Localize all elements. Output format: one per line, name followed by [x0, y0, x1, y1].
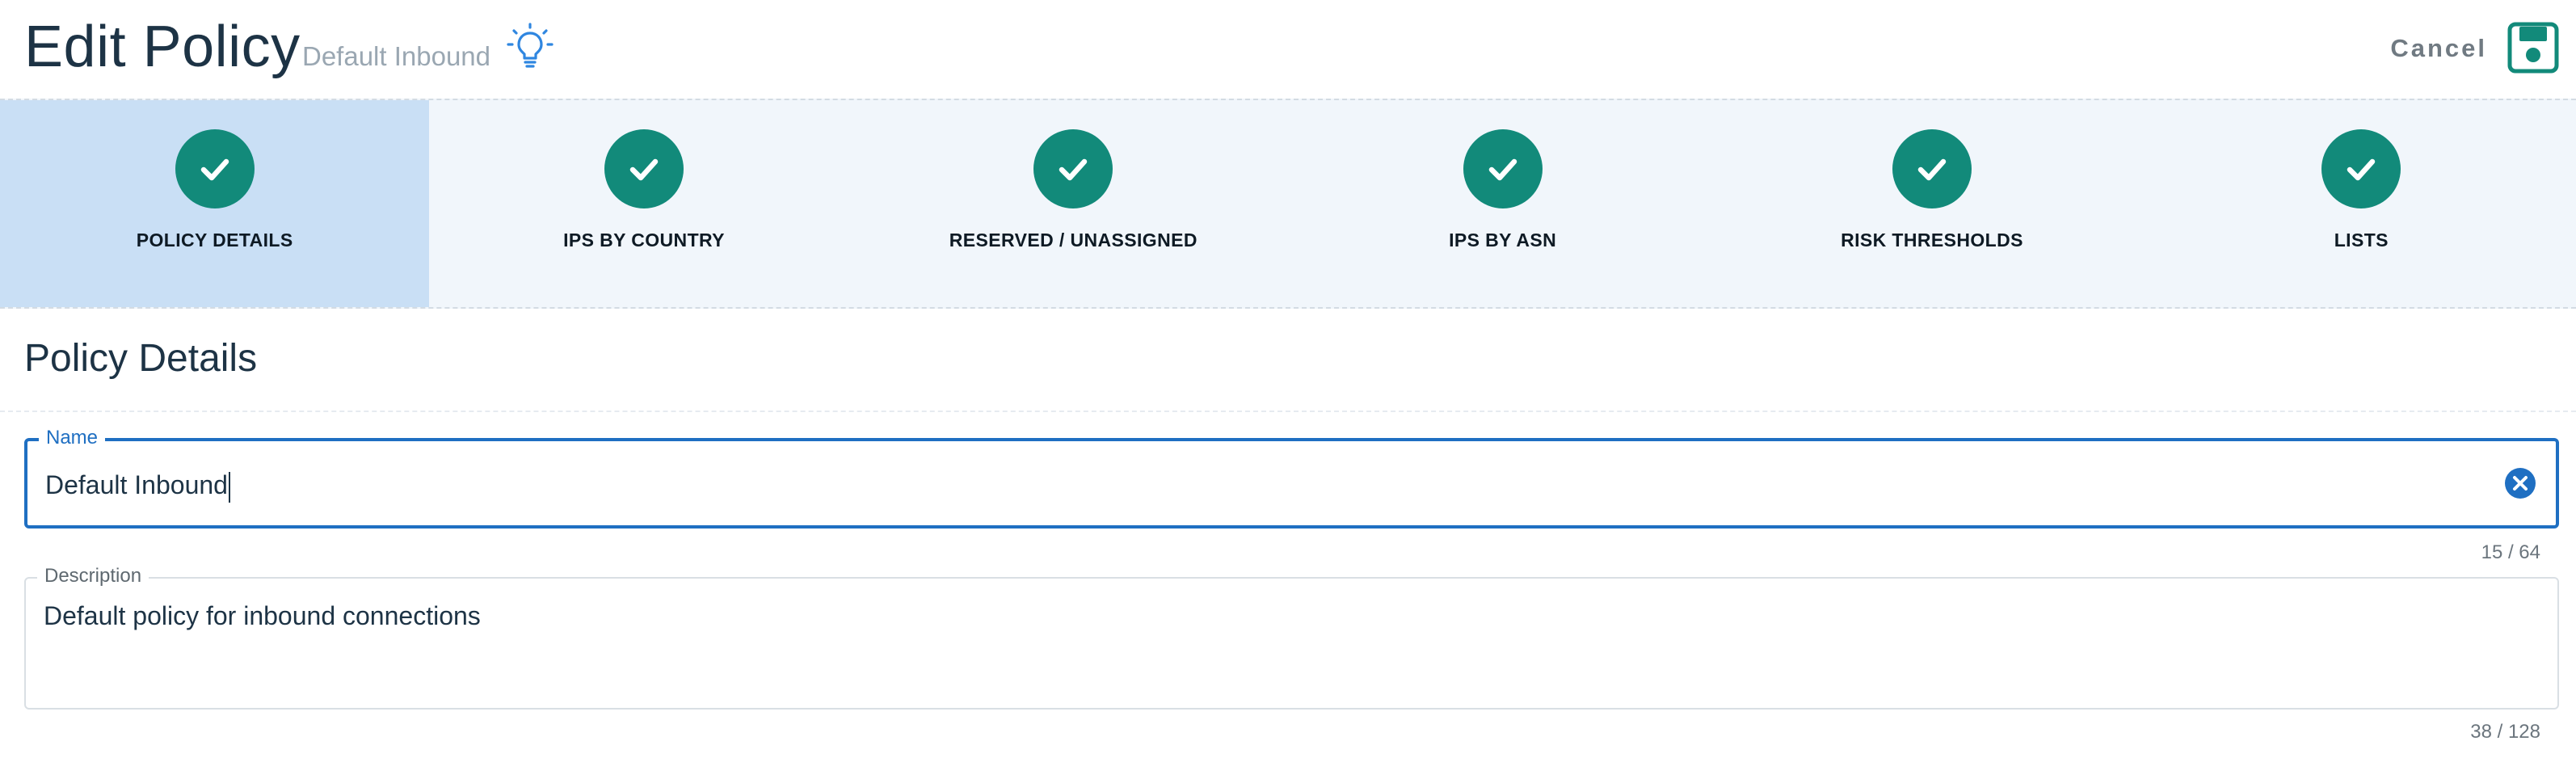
step-reserved-unassigned[interactable]: RESERVED / UNASSIGNED	[859, 100, 1288, 307]
name-char-counter: 15 / 64	[2481, 541, 2540, 563]
description-field[interactable]: Description Default policy for inbound c…	[24, 566, 2559, 710]
step-label: LISTS	[2334, 230, 2389, 251]
lightbulb-icon[interactable]	[506, 23, 554, 71]
step-label: IPS BY COUNTRY	[563, 230, 725, 251]
section-divider	[0, 411, 2576, 412]
check-icon	[1488, 158, 1517, 181]
check-icon	[1917, 158, 1947, 181]
description-field-label: Description	[37, 566, 149, 587]
floppy-disk-icon[interactable]	[2507, 21, 2560, 74]
name-input-value: Default Inbound	[45, 470, 228, 499]
step-ips-by-asn[interactable]: IPS BY ASN	[1288, 100, 1717, 307]
clear-icon[interactable]	[2504, 467, 2536, 499]
step-policy-details[interactable]: POLICY DETAILS	[0, 100, 430, 307]
policy-stepper: POLICY DETAILS IPS BY COUNTRY RESERVED /…	[0, 99, 2576, 309]
step-complete-check	[604, 129, 684, 208]
name-field[interactable]: Name Default Inbound	[24, 427, 2559, 528]
page-title: Edit Policy	[24, 15, 301, 79]
step-complete-check	[1033, 129, 1113, 208]
step-ips-by-country[interactable]: IPS BY COUNTRY	[429, 100, 858, 307]
step-complete-check	[2321, 129, 2401, 208]
page-header: Edit Policy Default Inbound Cancel	[0, 0, 2576, 99]
check-icon	[1059, 158, 1088, 181]
step-label: POLICY DETAILS	[136, 230, 293, 251]
check-icon	[629, 158, 659, 181]
step-label: RISK THRESHOLDS	[1841, 230, 2023, 251]
check-icon	[2347, 158, 2376, 181]
name-input[interactable]: Default Inbound	[45, 469, 2483, 503]
step-complete-check	[1892, 129, 1972, 208]
text-caret	[228, 471, 230, 503]
description-input[interactable]: Default policy for inbound connections	[44, 600, 2485, 680]
step-complete-check	[175, 129, 255, 208]
step-label: RESERVED / UNASSIGNED	[949, 230, 1198, 251]
step-complete-check	[1463, 129, 1543, 208]
step-label: IPS BY ASN	[1449, 230, 1557, 251]
step-risk-thresholds[interactable]: RISK THRESHOLDS	[1717, 100, 2146, 307]
step-lists[interactable]: LISTS	[2147, 100, 2576, 307]
name-field-label: Name	[39, 427, 106, 448]
page-subtitle: Default Inbound	[302, 41, 491, 71]
section-title: Policy Details	[24, 337, 258, 380]
cancel-button[interactable]: Cancel	[2374, 29, 2503, 68]
description-char-counter: 38 / 128	[2470, 721, 2540, 743]
check-icon	[200, 158, 229, 181]
